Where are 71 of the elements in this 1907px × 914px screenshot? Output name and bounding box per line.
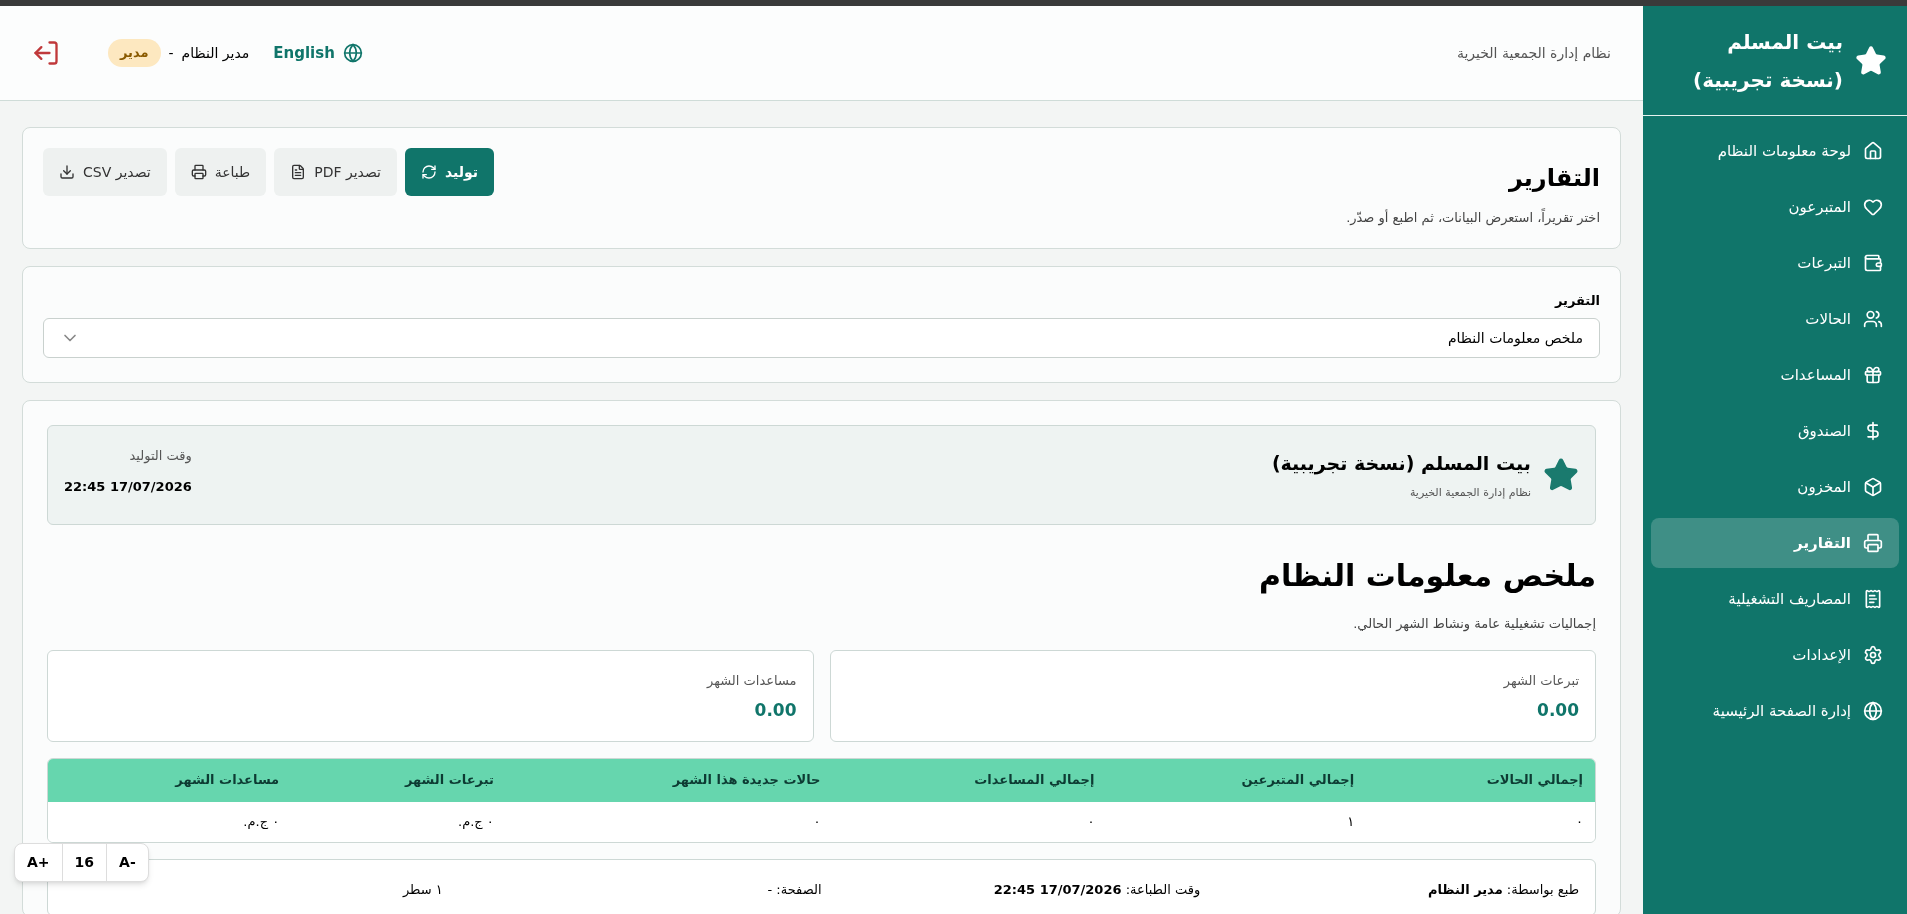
footer-text: الصفحة: - — [766, 880, 822, 899]
sidebar-item[interactable]: الصندوق — [1651, 406, 1899, 456]
decrease-font-button[interactable]: A- — [107, 844, 148, 881]
sidebar-item[interactable]: المصاريف التشغيلية — [1651, 574, 1899, 624]
printer-icon — [1863, 533, 1883, 553]
column-header: إجمالي المتبرعين — [1240, 771, 1356, 790]
report-description: إجماليات تشغيلية عامة ونشاط الشهر الحالي. — [1352, 615, 1596, 634]
star-icon — [1855, 44, 1887, 77]
footer-text: ١ سطر — [401, 880, 443, 899]
stat-value: 0.00 — [753, 699, 797, 722]
sidebar-item[interactable]: الإعدادات — [1651, 630, 1899, 680]
table-cell-text: ٠ ج.م. — [457, 812, 495, 831]
toolbar-button[interactable]: تصدير CSV — [43, 148, 167, 196]
gift-icon — [1863, 365, 1883, 385]
wallet-icon — [1863, 253, 1883, 273]
sidebar-item[interactable]: لوحة معلومات النظام — [1651, 126, 1899, 176]
sidebar-item[interactable]: المساعدات — [1651, 350, 1899, 400]
table-cell-text: ٠ — [1086, 812, 1096, 831]
language-button[interactable]: English — [273, 41, 363, 65]
table-cell-text: ٠ ج.م. — [242, 812, 281, 831]
logout-button[interactable] — [32, 39, 60, 67]
org-name: بيت المسلم (نسخة تجريبية) — [1271, 450, 1531, 477]
page-title: التقارير — [1507, 163, 1600, 194]
increase-font-button[interactable]: A+ — [15, 844, 62, 881]
heart-icon — [1863, 197, 1883, 217]
users-icon — [1863, 309, 1883, 329]
refresh-icon — [420, 164, 437, 180]
toolbar-button[interactable]: طباعة — [174, 148, 267, 196]
separator: - — [168, 43, 174, 63]
table-cell-text: ١ — [1346, 812, 1356, 831]
sidebar-item[interactable]: المتبرعون — [1651, 182, 1899, 232]
sidebar-item[interactable]: المخزون — [1651, 462, 1899, 512]
generated-time: 22:45 17/07/2026 — [64, 478, 192, 496]
sidebar-item[interactable]: التبرعات — [1651, 238, 1899, 288]
download-icon — [59, 164, 75, 180]
column-header: مساعدات الشهر — [173, 771, 281, 790]
sidebar-item[interactable]: إدارة الصفحة الرئيسية — [1651, 686, 1899, 736]
sidebar-item[interactable]: الحالات — [1651, 294, 1899, 344]
sidebar-item[interactable]: التقارير — [1651, 518, 1899, 568]
table-cell-text: ٠ — [812, 812, 822, 831]
file-icon — [290, 164, 307, 180]
stat-label: تبرعات الشهر — [1502, 671, 1579, 690]
stat-label: مساعدات الشهر — [705, 671, 797, 690]
org-subtitle: نظام إدارة الجمعية الخيرية — [1408, 485, 1531, 501]
printer-icon — [190, 164, 207, 180]
box-icon — [1863, 477, 1883, 497]
header-subtitle: نظام إدارة الجمعية الخيرية — [1456, 43, 1611, 64]
font-size-value: 16 — [61, 844, 108, 881]
column-header: إجمالي المساعدات — [973, 771, 1096, 790]
app-title: بيت المسلم (نسخة تجريبية) — [1692, 28, 1843, 94]
settings-icon — [1863, 645, 1883, 665]
footer-text: طبع بواسطة: مدير النظام — [1426, 880, 1579, 899]
column-header: حالات جديدة هذا الشهر — [671, 771, 822, 790]
role-badge: مدير — [108, 39, 161, 67]
stat-value: 0.00 — [1536, 699, 1579, 722]
table-cell-text: ٠ — [1575, 812, 1584, 831]
toolbar-button[interactable]: توليد — [404, 148, 495, 196]
page-description: اختر تقريراً، استعرض البيانات، ثم اطبع أو صدّر. — [1346, 208, 1600, 228]
column-header: تبرعات الشهر — [403, 771, 495, 790]
globe-icon — [1863, 701, 1883, 721]
home-icon — [1863, 141, 1883, 161]
generated-label: وقت التوليد — [128, 446, 192, 465]
user-name: مدير النظام — [181, 43, 250, 64]
report-select[interactable]: ملخص معلومات النظام — [43, 318, 1600, 358]
star-icon — [1543, 457, 1579, 493]
column-header: إجمالي الحالات — [1485, 771, 1584, 790]
report-title: ملخص معلومات النظام — [1257, 557, 1596, 596]
receipt-icon — [1863, 589, 1883, 609]
toolbar-button[interactable]: تصدير PDF — [274, 148, 397, 196]
globe-icon — [342, 43, 363, 63]
field-label: التقرير — [1553, 291, 1600, 310]
